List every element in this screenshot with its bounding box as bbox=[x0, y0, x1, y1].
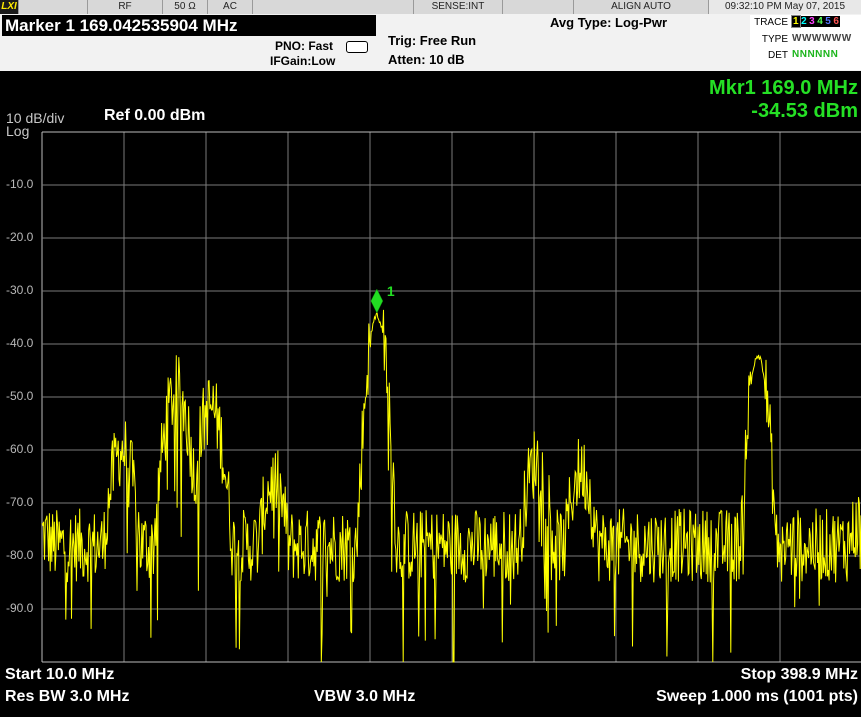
spectrum-graticule[interactable]: 1 bbox=[0, 0, 861, 717]
marker-1-diamond-icon[interactable] bbox=[370, 288, 384, 314]
start-frequency: Start 10.0 MHz bbox=[5, 666, 115, 683]
video-bandwidth: VBW 3.0 MHz bbox=[314, 688, 416, 705]
resolution-bandwidth: Res BW 3.0 MHz bbox=[5, 688, 130, 705]
sweep-time: Sweep 1.000 ms (1001 pts) bbox=[656, 688, 858, 705]
stop-frequency: Stop 398.9 MHz bbox=[740, 666, 858, 683]
marker-1-label: 1 bbox=[387, 283, 395, 299]
